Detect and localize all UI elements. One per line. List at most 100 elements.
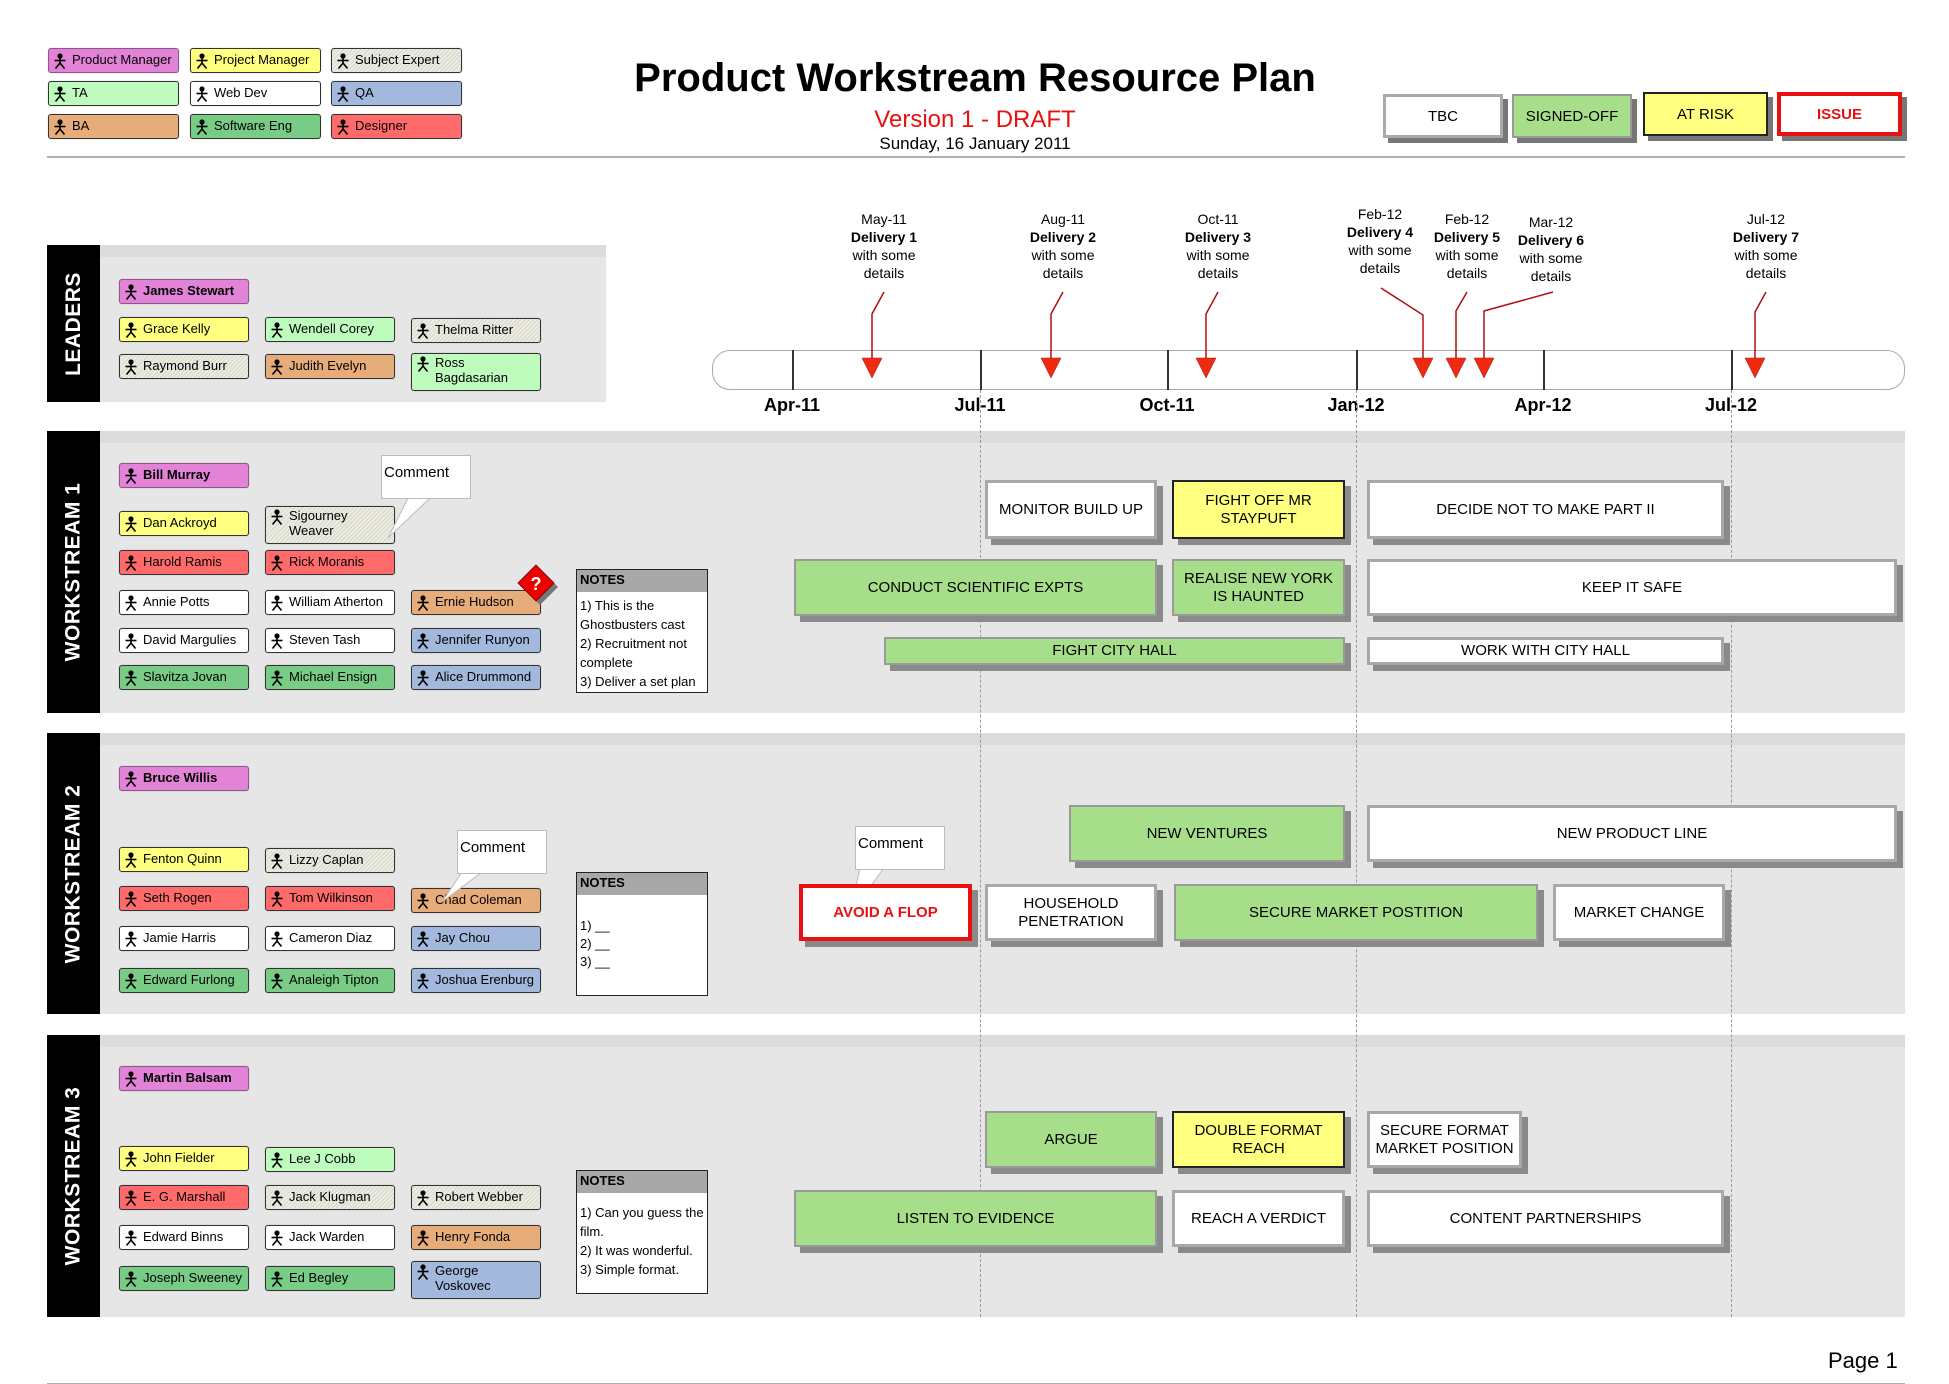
task-bar[interactable]: CONTENT PARTNERSHIPS (1367, 1190, 1724, 1247)
person-icon (416, 633, 430, 649)
person-icon (270, 1152, 284, 1168)
person-chip[interactable]: Judith Evelyn (265, 354, 395, 379)
person-chip[interactable]: Wendell Corey (265, 317, 395, 342)
task-bar[interactable]: DECIDE NOT TO MAKE PART II (1367, 480, 1724, 539)
task-bar[interactable]: KEEP IT SAFE (1367, 559, 1897, 616)
person-icon (124, 973, 138, 989)
person-icon (270, 1271, 284, 1287)
milestone-connector (1050, 291, 1064, 358)
person-chip[interactable]: Ed Begley (265, 1266, 395, 1291)
person-chip[interactable]: Lee J Cobb (265, 1147, 395, 1172)
person-icon (124, 1151, 138, 1167)
quarter-guide-jan-12 (1356, 390, 1357, 1317)
person-chip[interactable]: E. G. Marshall (119, 1185, 249, 1210)
question-flag-icon[interactable]: ? (514, 563, 562, 611)
person-icon (270, 1230, 284, 1246)
person-chip[interactable]: Rick Moranis (265, 550, 395, 575)
person-chip[interactable]: Ross Bagdasarian (411, 353, 541, 391)
person-icon (270, 670, 284, 686)
person-chip[interactable]: George Voskovec (411, 1261, 541, 1299)
person-icon (416, 356, 430, 372)
person-chip[interactable]: Analeigh Tipton (265, 968, 395, 993)
task-bar[interactable]: WORK WITH CITY HALL (1367, 637, 1724, 665)
person-icon (270, 891, 284, 907)
notes-body: 1) This is the Ghostbusters cast 2) Recr… (580, 598, 696, 689)
person-chip[interactable]: William Atherton (265, 590, 395, 615)
workstream-3-label: WORKSTREAM 3 (47, 1035, 100, 1317)
person-chip[interactable]: Edward Furlong (119, 968, 249, 993)
person-chip[interactable]: Grace Kelly (119, 317, 249, 342)
question-flag-text: ? (531, 574, 542, 594)
task-bar[interactable]: FIGHT CITY HALL (884, 637, 1345, 665)
person-chip[interactable]: Seth Rogen (119, 886, 249, 911)
person-chip[interactable]: Alice Drummond (411, 665, 541, 690)
person-chip[interactable]: Steven Tash (265, 628, 395, 653)
person-chip[interactable]: Jamie Harris (119, 926, 249, 951)
person-icon (124, 359, 138, 375)
person-icon (416, 931, 430, 947)
person-chip[interactable]: Edward Binns (119, 1225, 249, 1250)
milestone-marker-icon (1445, 357, 1467, 379)
task-bar[interactable]: CONDUCT SCIENTIFIC EXPTS (794, 559, 1157, 616)
task-bar[interactable]: NEW PRODUCT LINE (1367, 805, 1897, 862)
task-bar[interactable]: DOUBLE FORMAT REACH (1172, 1111, 1345, 1168)
task-bar[interactable]: REALISE NEW YORK IS HAUNTED (1172, 559, 1345, 616)
notes-title: NOTES (577, 1171, 707, 1193)
person-icon (416, 973, 430, 989)
person-icon (124, 931, 138, 947)
milestone-marker-icon (1473, 357, 1495, 379)
task-bar[interactable]: LISTEN TO EVIDENCE (794, 1190, 1157, 1247)
person-chip[interactable]: Annie Potts (119, 590, 249, 615)
person-chip[interactable]: David Margulies (119, 628, 249, 653)
person-chip[interactable]: Henry Fonda (411, 1225, 541, 1250)
milestone-connector (871, 291, 885, 358)
task-bar[interactable]: MARKET CHANGE (1553, 884, 1725, 941)
person-chip[interactable]: Sigourney Weaver (265, 506, 395, 544)
person-chip[interactable]: Thelma Ritter (411, 318, 541, 343)
person-chip[interactable]: Joshua Erenburg (411, 968, 541, 993)
person-icon (124, 284, 138, 300)
notes-box: NOTES 1) __ 2) __ 3) __ (576, 872, 708, 996)
person-chip[interactable]: Cameron Diaz (265, 926, 395, 951)
person-chip[interactable]: Slavitza Jovan (119, 665, 249, 690)
person-chip[interactable]: Bill Murray (119, 463, 249, 488)
person-chip[interactable]: Joseph Sweeney (119, 1266, 249, 1291)
person-chip[interactable]: Harold Ramis (119, 550, 249, 575)
person-chip[interactable]: Michael Ensign (265, 665, 395, 690)
person-chip[interactable]: Robert Webber (411, 1185, 541, 1210)
person-chip[interactable]: Martin Balsam (119, 1066, 249, 1091)
comment-callout[interactable]: Comment (457, 830, 547, 874)
notes-title: NOTES (577, 873, 707, 895)
person-icon (270, 359, 284, 375)
person-chip[interactable]: James Stewart (119, 279, 249, 304)
person-chip[interactable]: John Fielder (119, 1146, 249, 1171)
milestone-marker-icon (861, 357, 883, 379)
task-comment-callout[interactable]: Comment (855, 826, 945, 870)
person-icon (124, 322, 138, 338)
task-bar[interactable]: SECURE FORMAT MARKET POSITION (1367, 1111, 1522, 1168)
person-icon (124, 1190, 138, 1206)
task-bar[interactable]: NEW VENTURES (1069, 805, 1345, 862)
person-chip[interactable]: Lizzy Caplan (265, 848, 395, 873)
quarter-guide-jul-11 (980, 390, 981, 1317)
task-bar[interactable]: HOUSEHOLD PENETRATION (985, 884, 1157, 941)
task-bar[interactable]: REACH A VERDICT (1172, 1190, 1345, 1247)
person-chip[interactable]: Dan Ackroyd (119, 511, 249, 536)
task-bar[interactable]: ARGUE (985, 1111, 1157, 1168)
person-icon (270, 555, 284, 571)
comment-callout[interactable]: Comment (381, 455, 471, 499)
person-icon (270, 322, 284, 338)
person-chip[interactable]: Raymond Burr (119, 354, 249, 379)
person-chip[interactable]: Jack Warden (265, 1225, 395, 1250)
person-chip[interactable]: Tom Wilkinson (265, 886, 395, 911)
person-chip[interactable]: Jay Chou (411, 926, 541, 951)
person-chip[interactable]: Jennifer Runyon (411, 628, 541, 653)
task-bar[interactable]: AVOID A FLOP (799, 884, 972, 941)
task-bar[interactable]: FIGHT OFF MR STAYPUFT (1172, 480, 1345, 539)
person-chip[interactable]: Fenton Quinn (119, 847, 249, 872)
task-bar[interactable]: MONITOR BUILD UP (985, 480, 1157, 539)
person-icon (124, 852, 138, 868)
person-chip[interactable]: Jack Klugman (265, 1185, 395, 1210)
task-bar[interactable]: SECURE MARKET POSTITION (1174, 884, 1538, 941)
person-chip[interactable]: Bruce Willis (119, 766, 249, 791)
